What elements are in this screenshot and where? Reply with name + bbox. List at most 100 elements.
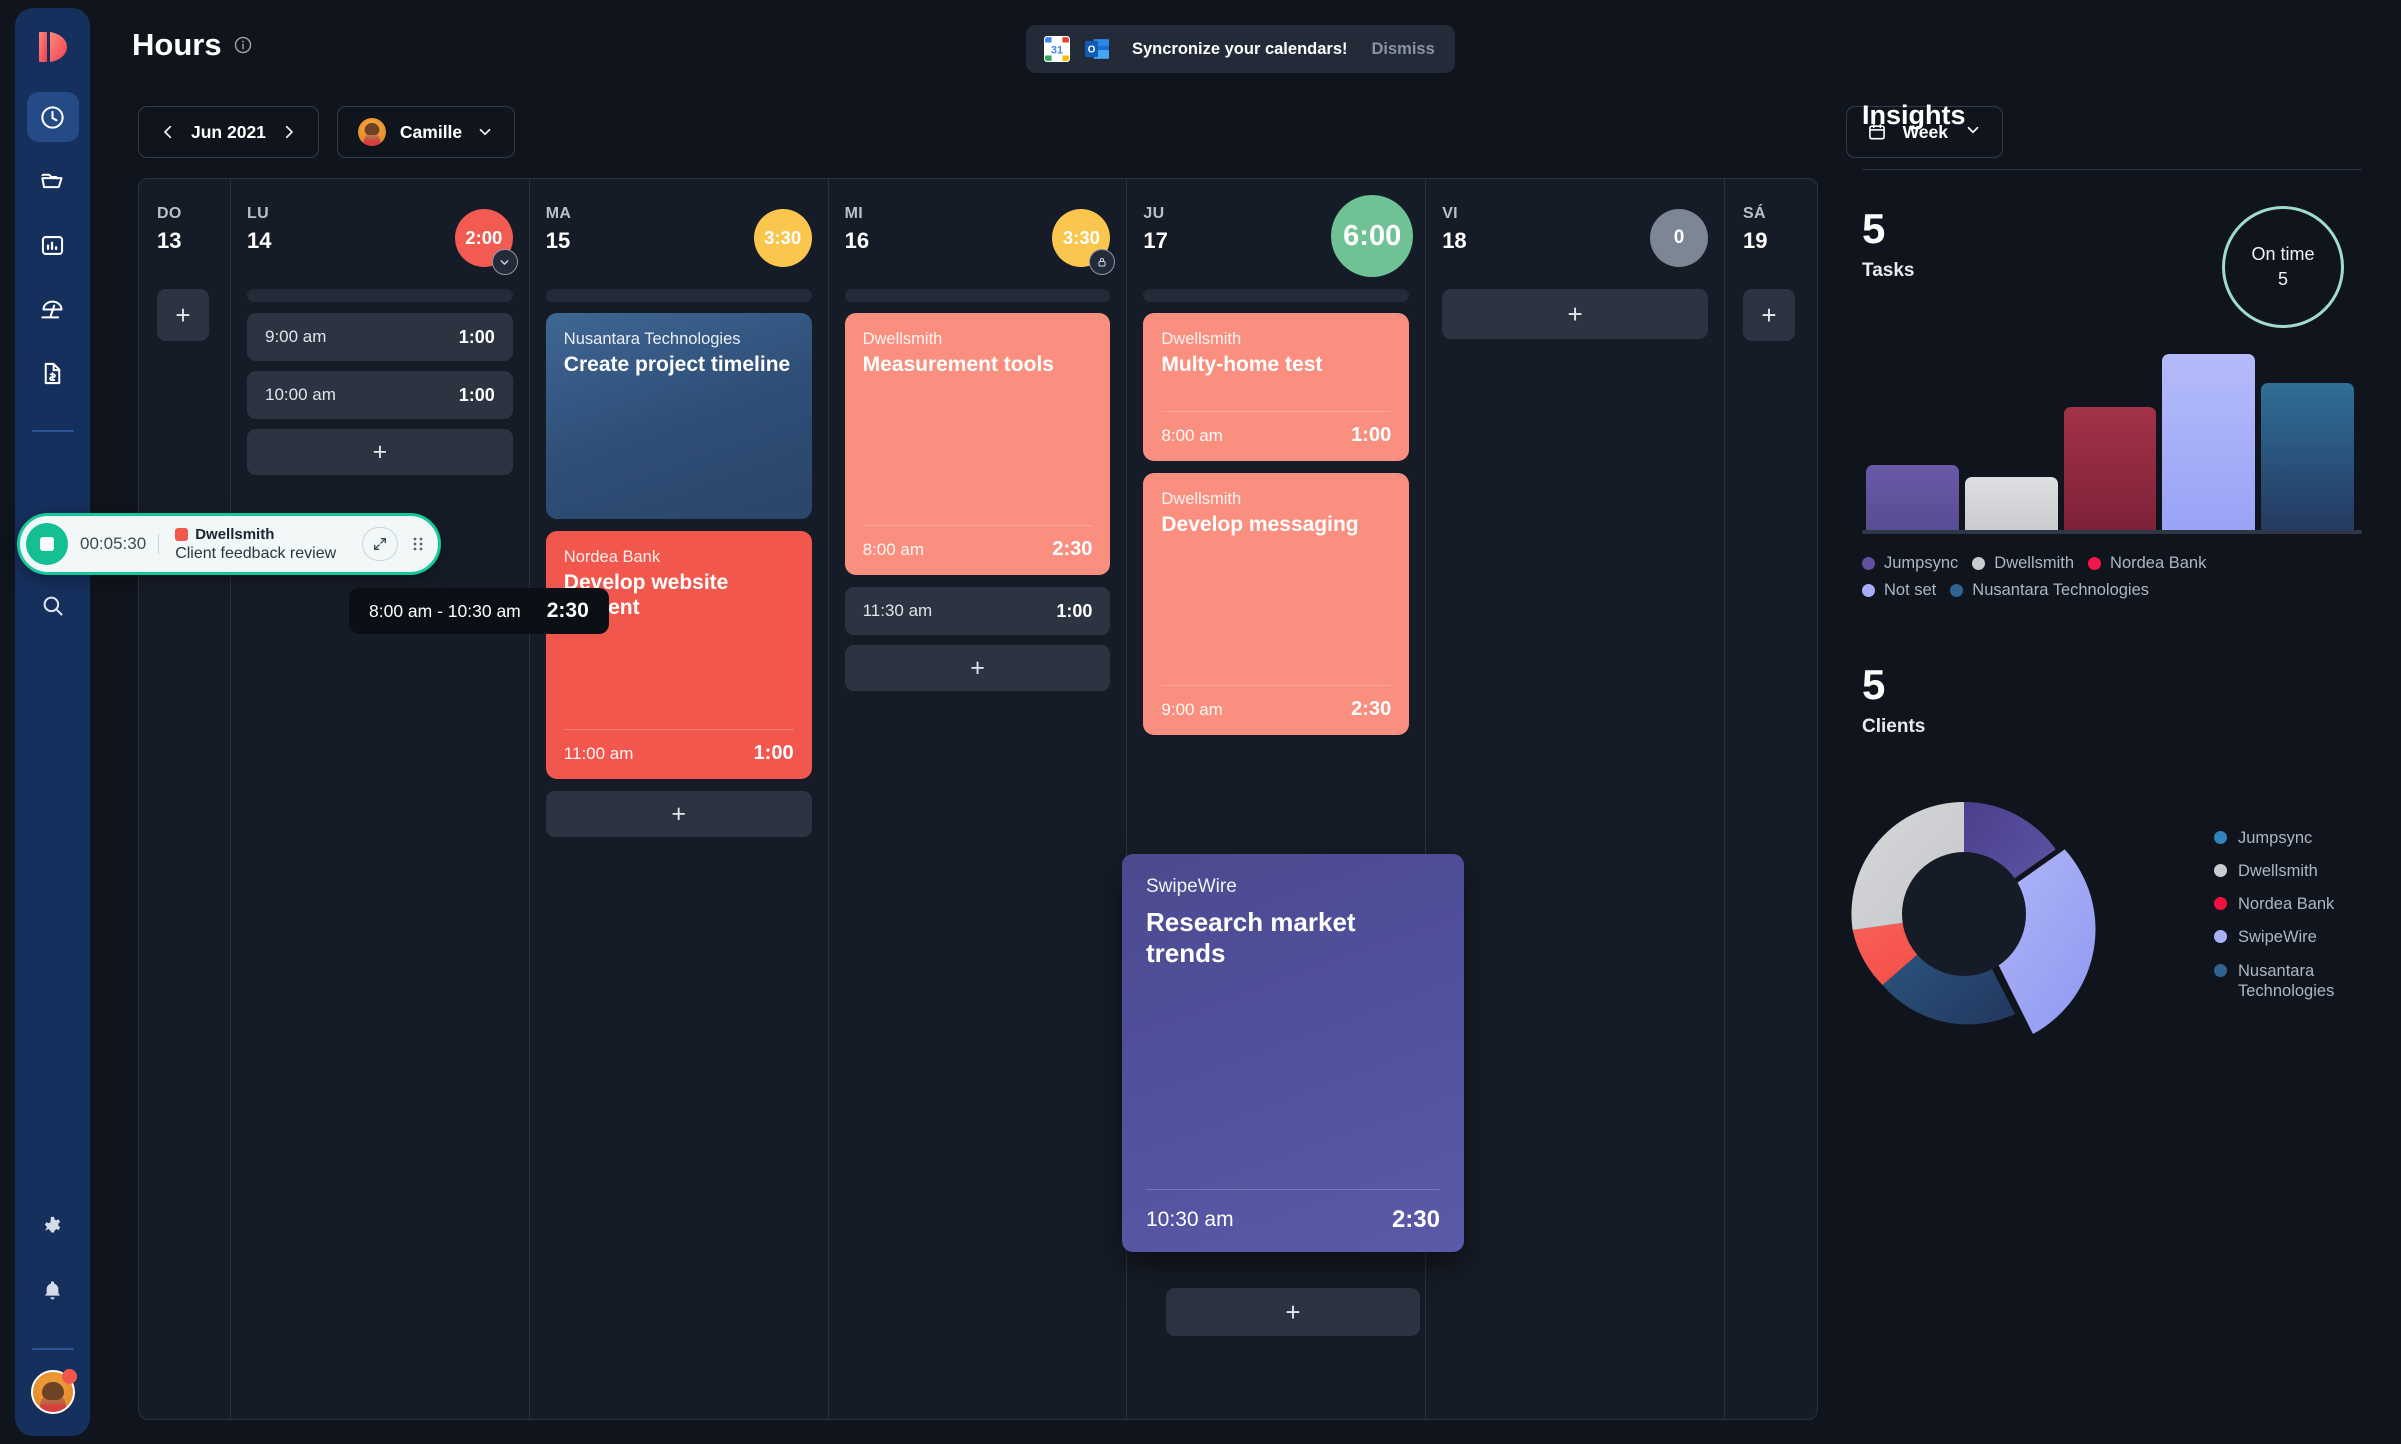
next-month-button[interactable] — [280, 123, 298, 141]
slot-duration: 1:00 — [458, 384, 495, 405]
task-card[interactable]: Dwellsmith Measurement tools 8:00 am 2:3… — [844, 313, 1111, 575]
sidebar-item-projects[interactable] — [27, 156, 79, 206]
bar-nusantara-technologies — [2261, 383, 2354, 530]
timer-client-name: Dwellsmith — [195, 525, 275, 543]
task-time-tooltip: 8:00 am - 10:30 am 2:30 — [349, 588, 609, 634]
badge-expand-button[interactable] — [491, 249, 518, 275]
prev-month-button[interactable] — [159, 123, 177, 141]
task-client: Nordea Bank — [563, 548, 661, 566]
task-duration: 2:30 — [1052, 538, 1093, 560]
tasks-summary: 5 Tasks On time 5 Jumpsync Dwellsmith No… — [1862, 170, 2362, 600]
insights-title: Insights — [1862, 100, 1966, 130]
user-filter-dropdown[interactable]: Camille — [336, 106, 516, 158]
legend-label: Nordea Bank — [2238, 895, 2335, 914]
legend-dot-swipewire — [2214, 930, 2227, 944]
day-total-badge[interactable]: 3:30 — [753, 209, 812, 267]
add-entry-button[interactable]: + — [844, 645, 1111, 691]
client-color-icon — [175, 527, 189, 541]
legend-label: SwipeWire — [2238, 928, 2317, 947]
sidebar-item-invoices[interactable] — [27, 348, 79, 398]
task-time: 10:30 am — [1146, 1208, 1234, 1231]
day-of-week: SÁ — [1742, 205, 1766, 222]
svg-text:O: O — [1088, 44, 1096, 55]
add-entry-button[interactable]: + — [1166, 1288, 1420, 1336]
stop-timer-button[interactable] — [26, 523, 68, 565]
day-total-badge[interactable]: 0 — [1649, 209, 1708, 267]
task-card[interactable]: Nusantara Technologies Create project ti… — [545, 313, 812, 519]
day-header: VI 18 0 — [1442, 205, 1708, 289]
task-client: Dwellsmith — [1161, 330, 1242, 348]
legend-dot-nordea-bank — [2214, 897, 2227, 911]
day-column-lu-14: LU 14 2:00 9:00 am 1:00 10:00 am 1:00 + — [231, 179, 530, 1419]
task-duration: 1:00 — [753, 742, 794, 764]
tooltip-range: 8:00 am - 10:30 am — [369, 600, 521, 621]
sidebar-item-reports[interactable] — [27, 220, 79, 270]
task-footer: 11:00 am 1:00 — [563, 729, 794, 765]
add-entry-button[interactable]: + — [1442, 289, 1708, 339]
time-slot[interactable]: 10:00 am 1:00 — [247, 371, 513, 419]
grip-dots-icon — [413, 537, 423, 551]
sidebar-settings-button[interactable] — [27, 1202, 79, 1252]
drag-handle[interactable] — [406, 527, 430, 561]
legend-label: Not set — [1884, 581, 1937, 599]
bar-dwellsmith — [1964, 477, 2058, 530]
day-total-badge[interactable]: 3:30 — [1052, 209, 1116, 275]
task-duration: 2:30 — [1391, 1206, 1440, 1233]
dragged-task-card[interactable]: SwipeWire Research market trends 10:30 a… — [1122, 854, 1464, 1252]
bar-chart-legend: Jumpsync Dwellsmith Nordea Bank Not set … — [1862, 554, 2282, 600]
info-icon[interactable] — [233, 35, 253, 55]
add-entry-button[interactable]: + — [1742, 289, 1795, 341]
running-timer-widget[interactable]: 00:05:30 Dwellsmith Client feedback revi… — [17, 513, 442, 575]
task-card[interactable]: Dwellsmith Develop messaging 9:00 am 2:3… — [1143, 473, 1410, 735]
day-rail — [844, 289, 1111, 302]
donut-legend: Jumpsync Dwellsmith Nordea Bank SwipeWir… — [2214, 828, 2362, 1001]
slot-time: 10:00 am — [265, 385, 336, 404]
timer-elapsed: 00:05:30 — [80, 534, 160, 554]
add-entry-button[interactable]: + — [545, 791, 812, 837]
task-duration: 2:30 — [1351, 698, 1392, 720]
on-time-value: 5 — [2277, 269, 2288, 289]
sidebar — [15, 8, 90, 1436]
bell-icon — [45, 1280, 60, 1299]
avatar[interactable] — [30, 1369, 77, 1414]
sidebar-item-hours[interactable] — [26, 92, 79, 142]
gear-icon — [44, 1216, 61, 1232]
expand-timer-button[interactable] — [362, 527, 399, 561]
legend-label: Nusantara Technologies — [2238, 961, 2335, 1000]
day-of-week: DO — [157, 205, 182, 222]
bar-not-set — [2162, 353, 2256, 530]
legend-item: Nusantara Technologies — [1950, 581, 2149, 600]
day-total-value: 0 — [1673, 227, 1685, 248]
dismiss-button[interactable]: Dismiss — [1372, 40, 1435, 59]
bar-chart-icon — [41, 235, 64, 255]
app-logo-icon[interactable] — [30, 24, 76, 70]
day-total-badge[interactable]: 6:00 — [1331, 195, 1414, 277]
task-footer: 8:00 am 2:30 — [862, 525, 1093, 561]
beach-umbrella-icon — [41, 300, 63, 318]
sidebar-notifications-button[interactable] — [27, 1266, 79, 1316]
day-total-badge[interactable]: 2:00 — [454, 209, 518, 275]
slot-duration: 1:00 — [1056, 600, 1093, 621]
chevron-down-icon — [500, 259, 509, 265]
task-title: Develop messaging — [1161, 513, 1359, 536]
task-duration: 1:00 — [1351, 424, 1392, 446]
task-card[interactable]: Nordea Bank Develop website content 11:0… — [545, 531, 812, 779]
day-header: SÁ 19 — [1743, 205, 1799, 289]
donut-svg — [1851, 801, 2096, 1034]
time-slot[interactable]: 9:00 am 1:00 — [247, 313, 513, 361]
clients-label: Clients — [1862, 716, 1926, 737]
task-card[interactable]: Dwellsmith Multy-home test 8:00 am 1:00 — [1143, 313, 1410, 461]
sidebar-search-button[interactable] — [27, 580, 79, 630]
month-navigator[interactable]: Jun 2021 — [138, 106, 319, 158]
legend-dot-jumpsync — [1862, 557, 1875, 570]
badge-lock-indicator[interactable] — [1089, 249, 1116, 275]
task-client: SwipeWire — [1146, 876, 1237, 897]
task-title: Multy-home test — [1161, 353, 1323, 376]
add-entry-button[interactable]: + — [157, 289, 209, 341]
time-slot[interactable]: 11:30 am 1:00 — [844, 587, 1111, 635]
day-rail — [247, 289, 513, 302]
task-client: Dwellsmith — [1161, 490, 1242, 508]
add-entry-button[interactable]: + — [247, 429, 513, 475]
sidebar-item-time-off[interactable] — [27, 284, 79, 334]
clients-summary: 5 Clients Jumpsync Dwellsmith Nordea Ban… — [1851, 664, 2362, 1072]
